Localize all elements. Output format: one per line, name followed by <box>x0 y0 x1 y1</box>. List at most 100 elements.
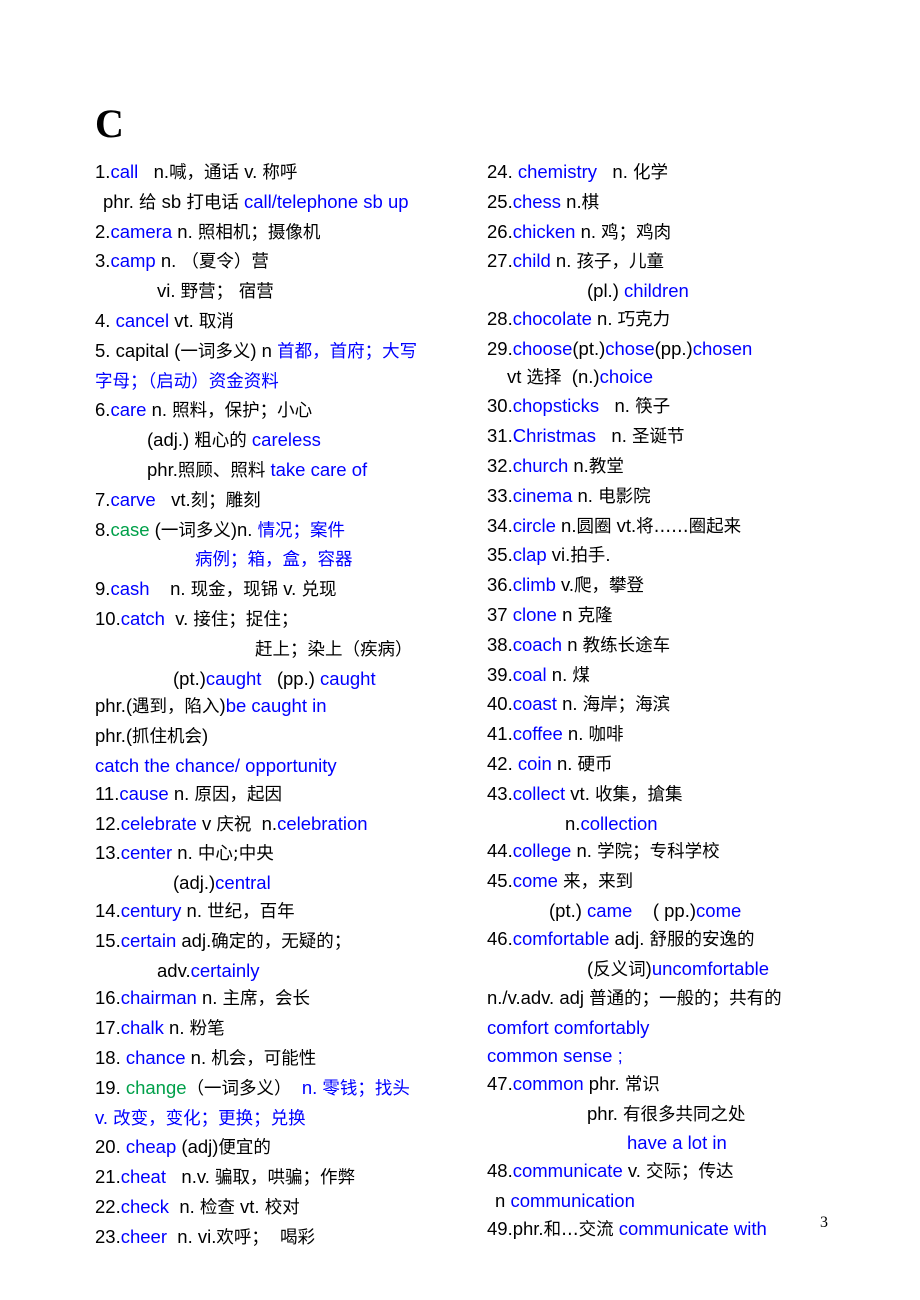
chinese-definition: 病例；箱，盒，容器 <box>195 550 353 571</box>
english-word: communicate with <box>613 1217 767 1239</box>
english-word: came <box>587 899 633 921</box>
english-word: cheap <box>125 1136 177 1158</box>
entry-text: vt. <box>169 309 199 331</box>
vocabulary-entry-line: v. 改变，变化；更换；兑换 <box>95 1104 487 1134</box>
chinese-definition: 刻；雕刻 <box>190 490 261 511</box>
chinese-definition: 照料，保护；小心 <box>172 401 313 422</box>
english-word: child <box>512 250 551 272</box>
entry-text: 26. <box>487 220 513 242</box>
entry-text: n./v.adv. adj <box>487 987 590 1009</box>
vocabulary-entry-line: 19. change（一词多义） n. 零钱；找头 <box>95 1074 487 1104</box>
chinese-definition: 咖啡 <box>588 725 624 746</box>
vocabulary-entry-line: (反义词)uncomfortable <box>487 955 879 985</box>
chinese-definition: 粗心的 <box>194 431 247 452</box>
english-word: cash <box>110 578 150 600</box>
chinese-definition: 情况；案件 <box>257 520 346 541</box>
chinese-definition: 教练长途车 <box>582 635 671 656</box>
english-word: choice <box>599 365 654 387</box>
entry-text: 41. <box>487 723 513 745</box>
chinese-definition: 教堂 <box>588 456 624 477</box>
vocabulary-entry-line: 41.coffee n. 咖啡 <box>487 720 879 750</box>
vocabulary-entry-line: 3.camp n. （夏令）营 <box>95 247 487 277</box>
english-word: cancel <box>115 309 170 331</box>
english-word: center <box>120 842 173 864</box>
entry-text: n. <box>571 840 598 862</box>
vocabulary-entry-line: 9.cash n. 现金，现铞 v. 兑现 <box>95 575 487 605</box>
vocabulary-entry-line: vt 选择 (n.)choice <box>487 363 879 393</box>
chinese-definition: 煤 <box>572 665 590 686</box>
english-word: coast <box>512 693 557 715</box>
entry-text: 39. <box>487 663 513 685</box>
entry-text: n. <box>555 514 577 536</box>
vocabulary-entry-line: phr. 有很多共同之处 <box>487 1100 879 1130</box>
english-word: cinema <box>512 484 573 506</box>
vocabulary-entry-line: 37 clone n 克隆 <box>487 601 879 631</box>
english-word: care <box>110 399 147 421</box>
entry-text: adv. <box>157 959 191 981</box>
vocabulary-entry-line: 30.chopsticks n. 筷子 <box>487 392 879 422</box>
english-word: chalk <box>120 1017 164 1039</box>
vocabulary-entry-line: 10.catch v. 接住；捉住； <box>95 605 487 635</box>
entry-text: 46. <box>487 927 513 949</box>
entry-text: n <box>495 1189 511 1211</box>
english-word: coin <box>517 752 552 774</box>
entry-text: 10. <box>95 607 121 629</box>
entry-text: )n. <box>230 518 258 540</box>
vocabulary-entry-line: 35.clap vi.拍手. <box>487 541 879 571</box>
vocabulary-entry-line: 12.celebrate v 庆祝 n.celebration <box>95 810 487 840</box>
entry-text: 24. <box>487 161 518 182</box>
entry-text: ( <box>149 518 161 540</box>
entry-text: n. <box>568 454 589 476</box>
entry-text: 7. <box>95 488 111 510</box>
entry-text: n. <box>172 220 198 242</box>
english-word: coffee <box>512 723 563 745</box>
entry-text: 37 <box>487 603 513 625</box>
english-word: collect <box>512 782 566 804</box>
vocabulary-entry-line: 40.coast n. 海岸；海滨 <box>487 690 879 720</box>
vocabulary-entry-line: 36.climb v.爬，攀登 <box>487 571 879 601</box>
chinese-definition: 化学 <box>633 163 669 183</box>
entry-text: 30. <box>487 395 513 417</box>
english-word: caught <box>320 667 376 689</box>
chinese-definition: （夏令）营 <box>181 252 269 273</box>
english-word: common <box>512 1072 584 1094</box>
english-word: church <box>512 454 569 476</box>
chinese-definition: 圣诞节 <box>631 427 685 448</box>
english-word: uncomfortable <box>651 957 770 979</box>
entry-text: (pt.) <box>549 899 588 921</box>
entry-text: n. <box>562 723 589 745</box>
vocabulary-entry-line: (adj.) 粗心的 careless <box>95 426 487 456</box>
english-word: chairman <box>120 987 197 1009</box>
vocabulary-entry-line: (pl.) children <box>487 277 879 305</box>
entry-text: ) n <box>250 339 278 361</box>
chinese-definition: 便宜的 <box>218 1138 271 1159</box>
entry-text: vi. <box>157 280 181 302</box>
english-word: carve <box>110 488 156 510</box>
entry-text: n. <box>595 425 632 447</box>
chinese-definition: 打电话 <box>186 192 239 213</box>
chinese-definition: 学院；专科学校 <box>597 842 720 863</box>
entry-text: n. <box>168 782 195 804</box>
entry-text: 20. <box>95 1136 126 1158</box>
entry-text: phr. <box>587 1102 623 1124</box>
english-word: comfort comfortably <box>487 1017 650 1039</box>
vocabulary-entry-line: 2.camera n. 照相机；摄像机 <box>95 218 487 248</box>
vocabulary-entry-line: 8.case (一词多义)n. 情况；案件 <box>95 516 487 546</box>
vocabulary-entry-line: comfort comfortably <box>487 1014 879 1042</box>
entry-text: phr. <box>103 190 139 212</box>
entry-text: 47. <box>487 1072 513 1094</box>
entry-text: 9. <box>95 578 111 600</box>
vocabulary-entry-line: 34.circle n.圆圈 vt.将……圈起来 <box>487 512 879 542</box>
vocabulary-entry-line: 23.cheer n. vi.欢呼； 喝彩 <box>95 1223 487 1253</box>
vocabulary-entry-line: (adj.)central <box>95 869 487 897</box>
english-word: take care of <box>265 458 368 480</box>
vocabulary-entry-line: 33.cinema n. 电影院 <box>487 482 879 512</box>
chinese-definition: 交际；传达 <box>646 1162 734 1183</box>
vocabulary-entry-line: n./v.adv. adj 普通的；一般的；共有的 <box>487 984 879 1014</box>
english-word: central <box>215 872 271 894</box>
chinese-definition: 选择 <box>526 367 562 388</box>
entry-text: n. <box>597 161 634 182</box>
chinese-definition: 反义词 <box>593 959 646 980</box>
chinese-definition: 中心;中央 <box>197 844 274 865</box>
entry-text: n. <box>169 1195 200 1217</box>
